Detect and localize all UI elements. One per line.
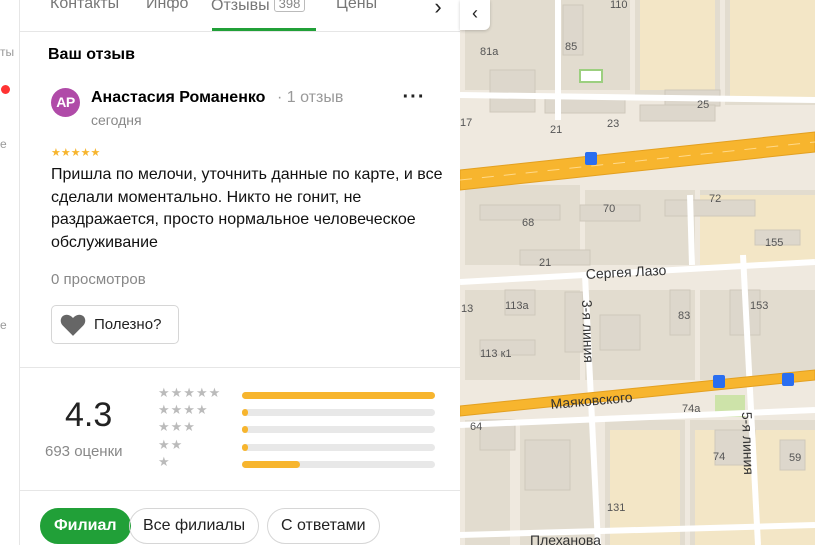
review-text: Пришла по мелочи, уточнить данные по кар… bbox=[51, 166, 443, 251]
tab-reviews[interactable]: Отзывы 398 bbox=[211, 0, 306, 15]
svg-text:74а: 74а bbox=[682, 403, 701, 415]
organization-panel: Контакты Инфо Отзывы 398 Цены › Ваш отзыв… bbox=[20, 0, 460, 545]
rail-fragment: е bbox=[0, 318, 7, 332]
svg-text:113 к1: 113 к1 bbox=[480, 348, 512, 360]
heart-icon bbox=[60, 314, 86, 336]
useful-label: Полезно? bbox=[94, 316, 162, 333]
street-label-plekhanova: Плеханова bbox=[530, 532, 601, 545]
review-views: 0 просмотров bbox=[51, 271, 146, 288]
svg-text:21: 21 bbox=[550, 124, 562, 136]
svg-text:70: 70 bbox=[603, 203, 615, 215]
svg-text:68: 68 bbox=[522, 217, 534, 229]
average-rating: 4.3 bbox=[65, 396, 113, 434]
filter-branch-chip[interactable]: Филиал bbox=[40, 508, 131, 544]
rating-bar-track bbox=[242, 392, 435, 399]
avatar[interactable]: АР bbox=[51, 88, 80, 117]
rating-row-2: ★★ bbox=[158, 437, 438, 454]
useful-button[interactable]: Полезно? bbox=[51, 305, 179, 344]
svg-text:21: 21 bbox=[539, 257, 551, 269]
svg-text:110: 110 bbox=[610, 0, 628, 11]
ratings-count: 693 оценки bbox=[45, 443, 123, 460]
rail-fragment: ты bbox=[0, 45, 15, 59]
svg-text:64: 64 bbox=[470, 421, 482, 433]
rating-row-3: ★★★ bbox=[158, 419, 438, 436]
svg-text:13: 13 bbox=[461, 303, 473, 315]
rating-row-stars: ★★ bbox=[158, 437, 184, 452]
svg-text:153: 153 bbox=[750, 300, 768, 312]
svg-text:83: 83 bbox=[678, 310, 690, 322]
rating-bar-track bbox=[242, 461, 435, 468]
rating-row-stars: ★★★★ bbox=[158, 402, 209, 417]
tab-info[interactable]: Инфо bbox=[146, 0, 188, 13]
tab-bar: Контакты Инфо Отзывы 398 Цены › bbox=[20, 0, 460, 32]
rating-bar-fill bbox=[242, 392, 435, 399]
svg-text:131: 131 bbox=[607, 502, 625, 514]
rating-bar-track bbox=[242, 426, 435, 433]
filter-all-branches-chip[interactable]: Все филиалы bbox=[129, 508, 260, 544]
active-tab-indicator bbox=[212, 28, 316, 31]
review-rating-stars: ★★★★★ bbox=[51, 147, 101, 159]
rating-bar-track bbox=[242, 444, 435, 451]
rating-row-5: ★★★★★ bbox=[158, 385, 438, 402]
author-review-count: · 1 отзыв bbox=[277, 89, 344, 106]
svg-text:74: 74 bbox=[713, 451, 725, 463]
svg-text:59: 59 bbox=[789, 452, 801, 464]
tab-reviews-count: 398 bbox=[273, 0, 306, 12]
svg-text:25: 25 bbox=[697, 99, 709, 111]
rail-fragment: е bbox=[0, 137, 7, 151]
svg-text:72: 72 bbox=[709, 193, 721, 205]
rating-bar-fill bbox=[242, 426, 248, 433]
tab-contacts[interactable]: Контакты bbox=[50, 0, 119, 13]
rating-bar-fill bbox=[242, 461, 300, 468]
more-options-icon[interactable]: ··· bbox=[402, 87, 426, 112]
divider bbox=[20, 367, 460, 368]
filter-with-replies-chip[interactable]: С ответами bbox=[267, 508, 380, 544]
review-author[interactable]: Анастасия Романенко bbox=[91, 89, 265, 107]
street-label-5-line: 5-я линия bbox=[739, 412, 757, 476]
left-rail: ты е е bbox=[0, 0, 20, 545]
tab-prices[interactable]: Цены bbox=[336, 0, 377, 13]
rating-row-stars: ★★★★★ bbox=[158, 385, 222, 400]
rating-row-4: ★★★★ bbox=[158, 402, 438, 419]
rating-row-1: ★ bbox=[158, 454, 438, 471]
rating-bar-fill bbox=[242, 444, 248, 451]
your-review-heading: Ваш отзыв bbox=[48, 46, 135, 63]
divider bbox=[20, 490, 460, 491]
svg-text:155: 155 bbox=[765, 237, 783, 249]
rating-row-stars: ★ bbox=[158, 454, 171, 469]
rating-bar-track bbox=[242, 409, 435, 416]
svg-text:81а: 81а bbox=[480, 46, 499, 58]
rating-bar-fill bbox=[242, 409, 248, 416]
collapse-panel-chevron-left-icon[interactable]: ‹ bbox=[460, 0, 490, 30]
street-label-3-line: 3-я линия bbox=[579, 300, 597, 364]
svg-text:17: 17 bbox=[460, 117, 472, 129]
notification-dot bbox=[1, 85, 10, 94]
chevron-right-icon[interactable]: › bbox=[423, 0, 453, 20]
svg-text:113а: 113а bbox=[505, 300, 530, 312]
map[interactable]: Сергея Лазо Маяковского 3-я линия 5-я ли… bbox=[460, 0, 815, 545]
svg-text:23: 23 bbox=[607, 118, 619, 130]
rating-row-stars: ★★★ bbox=[158, 419, 196, 434]
tab-reviews-label: Отзывы bbox=[211, 0, 270, 14]
svg-text:85: 85 bbox=[565, 41, 577, 53]
review-date: сегодня bbox=[91, 112, 142, 128]
